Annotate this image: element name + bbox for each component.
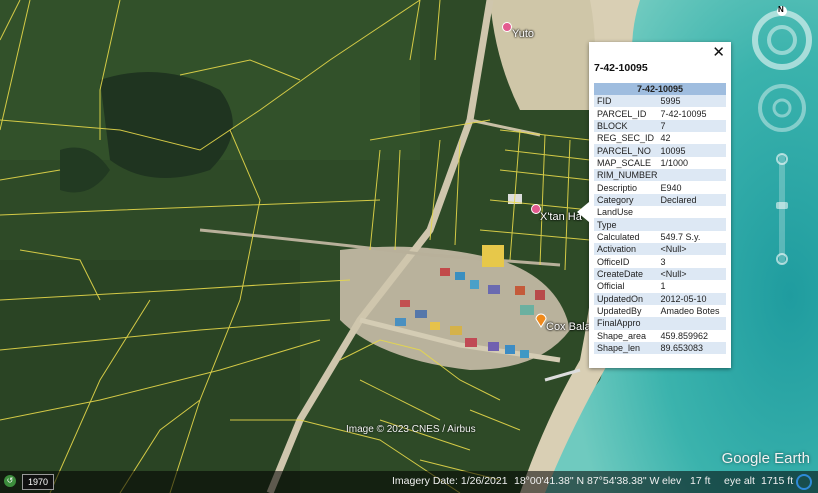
elevation-value: 17 ft bbox=[690, 475, 711, 487]
attribute-value: 89.653083 bbox=[657, 341, 726, 355]
elevation-label: elev bbox=[662, 475, 682, 487]
eye-alt-value: 1715 ft bbox=[761, 475, 794, 487]
status-bar: ↺ 1970 Imagery Date: 1/26/2021 18°00'41.… bbox=[0, 471, 818, 493]
table-row: RIM_NUMBER bbox=[594, 169, 726, 182]
table-row: PARCEL_ID 7-42-10095 bbox=[594, 107, 726, 120]
attribute-value: 1 bbox=[657, 280, 726, 293]
attribute-key: UpdatedBy bbox=[594, 304, 658, 318]
attribute-value: 549.7 S.y. bbox=[657, 230, 726, 244]
attribute-value bbox=[657, 169, 726, 182]
pink-placemark-icon[interactable] bbox=[502, 21, 512, 39]
attribute-table-header: 7-42-10095 bbox=[594, 83, 726, 95]
table-row: Descriptio E940 bbox=[594, 181, 726, 194]
attribute-value: Amadeo Botes bbox=[657, 304, 726, 318]
attribute-value: 2012-05-10 bbox=[657, 292, 726, 305]
imagery-date: Imagery Date: 1/26/2021 bbox=[392, 475, 508, 487]
table-row: BLOCK 7 bbox=[594, 119, 726, 133]
attribute-key: Type bbox=[594, 218, 658, 231]
table-row: Shape_len 89.653083 bbox=[594, 341, 726, 355]
place-label-yuto[interactable]: Yuto bbox=[512, 28, 534, 40]
table-row: UpdatedOn 2012-05-10 bbox=[594, 292, 726, 305]
attribute-value: <Null> bbox=[657, 267, 726, 281]
table-row: Activation <Null> bbox=[594, 243, 726, 256]
attribute-value: <Null> bbox=[657, 243, 726, 256]
balloon-title: 7-42-10095 bbox=[594, 62, 648, 74]
table-row: FID 5995 bbox=[594, 95, 726, 108]
attribute-key: REG_SEC_ID bbox=[594, 132, 658, 145]
table-row: Shape_area 459.859962 bbox=[594, 329, 726, 342]
attribute-key: RIM_NUMBER bbox=[594, 169, 658, 182]
table-row: CreateDate <Null> bbox=[594, 267, 726, 281]
attribute-key: UpdatedOn bbox=[594, 292, 658, 305]
historical-year-button[interactable]: 1970 bbox=[22, 474, 55, 490]
attribute-value bbox=[657, 218, 726, 231]
table-row: MAP_SCALE 1/1000 bbox=[594, 156, 726, 170]
attribute-key: Descriptio bbox=[594, 181, 658, 194]
table-row: LandUse bbox=[594, 206, 726, 219]
attribute-key: LandUse bbox=[594, 206, 658, 219]
latitude-readout: 18°00'41.38" N bbox=[514, 475, 585, 487]
close-icon[interactable]: ✕ bbox=[712, 43, 725, 61]
attribute-value: E940 bbox=[657, 181, 726, 194]
place-label-cox-bala[interactable]: Cox Bala bbox=[546, 321, 591, 333]
table-row: FinalAppro bbox=[594, 317, 726, 330]
zoom-slider[interactable] bbox=[776, 153, 788, 265]
compass-ring-icon[interactable] bbox=[752, 6, 812, 70]
attribute-value: Declared bbox=[657, 193, 726, 207]
attribute-key: Official bbox=[594, 280, 658, 293]
attribute-table: 7-42-10095 FID 5995 PARCEL_ID 7-42-10095 BLO… bbox=[594, 83, 726, 355]
table-row: Official 1 bbox=[594, 280, 726, 293]
table-row: OfficeID 3 bbox=[594, 255, 726, 268]
attribute-value: 7-42-10095 bbox=[657, 107, 726, 120]
table-row: Category Declared bbox=[594, 193, 726, 207]
attribute-value bbox=[657, 317, 726, 330]
attribute-value: 7 bbox=[657, 119, 726, 133]
attribute-value: 3 bbox=[657, 255, 726, 268]
attribute-key: Category bbox=[594, 193, 658, 207]
table-row: Type bbox=[594, 218, 726, 231]
attribute-key: OfficeID bbox=[594, 255, 658, 268]
historical-imagery-icon[interactable]: ↺ bbox=[4, 475, 16, 487]
navigation-controls[interactable]: N bbox=[752, 4, 812, 304]
attribute-value bbox=[657, 206, 726, 219]
table-row: UpdatedBy Amadeo Botes bbox=[594, 304, 726, 318]
compass-north-label: N bbox=[778, 5, 784, 14]
attribute-value: 459.859962 bbox=[657, 329, 726, 342]
attribute-key: CreateDate bbox=[594, 267, 658, 281]
table-row: Calculated 549.7 S.y. bbox=[594, 230, 726, 244]
table-row: REG_SEC_ID 42 bbox=[594, 132, 726, 145]
attribute-key: Calculated bbox=[594, 230, 658, 244]
attribute-key: PARCEL_NO bbox=[594, 144, 658, 157]
attribute-key: Activation bbox=[594, 243, 658, 256]
attribute-key: Shape_len bbox=[594, 341, 658, 355]
map-viewport[interactable]: Yuto X'tan Ha Cox Bala N Image © 2023 CN… bbox=[0, 0, 818, 493]
attribute-key: FID bbox=[594, 95, 658, 108]
attribute-value: 10095 bbox=[657, 144, 726, 157]
attribute-key: Shape_area bbox=[594, 329, 658, 342]
table-row: PARCEL_NO 10095 bbox=[594, 144, 726, 157]
eye-alt-label: eye alt bbox=[724, 475, 755, 487]
place-label-xtan-ha[interactable]: X'tan Ha bbox=[540, 211, 582, 223]
attribute-value: 42 bbox=[657, 132, 726, 145]
imagery-attribution: Image © 2023 CNES / Airbus bbox=[346, 424, 476, 435]
attribute-key: FinalAppro bbox=[594, 317, 658, 330]
look-joystick-icon[interactable] bbox=[758, 84, 806, 132]
attribute-key: PARCEL_ID bbox=[594, 107, 658, 120]
attribute-key: MAP_SCALE bbox=[594, 156, 658, 170]
attribute-value: 5995 bbox=[657, 95, 726, 108]
parcel-info-balloon: ✕ 7-42-10095 7-42-10095 FID 5995 PARCEL_ID… bbox=[577, 42, 731, 368]
longitude-readout: 87°54'38.38" W bbox=[587, 475, 660, 487]
attribute-value: 1/1000 bbox=[657, 156, 726, 170]
attribute-key: BLOCK bbox=[594, 119, 658, 133]
streaming-globe-icon bbox=[796, 474, 812, 490]
google-earth-logo: Google Earth bbox=[721, 450, 810, 467]
